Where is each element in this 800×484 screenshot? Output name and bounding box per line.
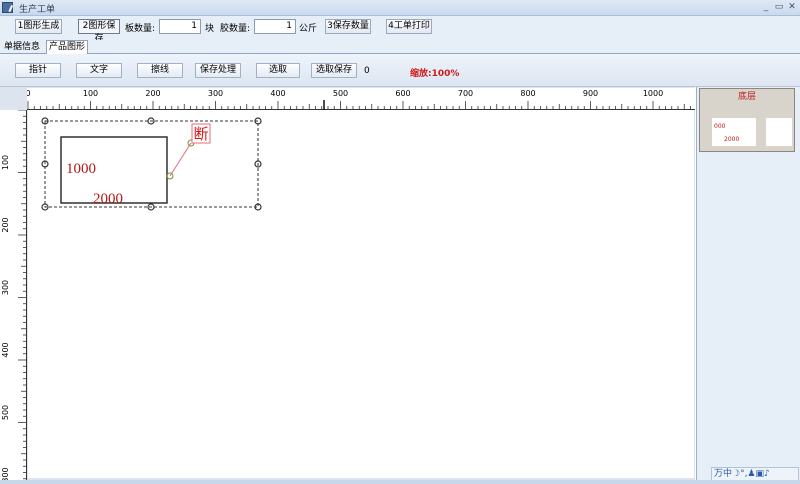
break-leader-line — [169, 142, 192, 177]
thumbnail-text-2: 2000 — [724, 136, 740, 143]
minimize-icon[interactable]: _ — [760, 2, 772, 13]
ime-toolbar[interactable]: 万中☽°,♟▣♪ — [711, 467, 799, 481]
thumbnail-preview: 000 2000 — [712, 118, 756, 146]
status-strip — [0, 480, 800, 484]
drawing-layer[interactable]: 断 1000 2000 — [0, 0, 700, 484]
close-icon[interactable]: ✕ — [786, 2, 798, 13]
break-mark: 断 — [193, 125, 208, 143]
layer-thumbnail[interactable]: 底层 000 2000 — [699, 88, 795, 152]
height-dimension-label: 2000 — [93, 191, 123, 207]
thumbnail-text-1: 000 — [714, 123, 726, 130]
restore-icon[interactable]: ▭ — [773, 2, 785, 13]
layer-title: 底层 — [737, 92, 756, 102]
width-dimension-label: 1000 — [66, 161, 96, 177]
thumbnail-side — [766, 118, 792, 146]
